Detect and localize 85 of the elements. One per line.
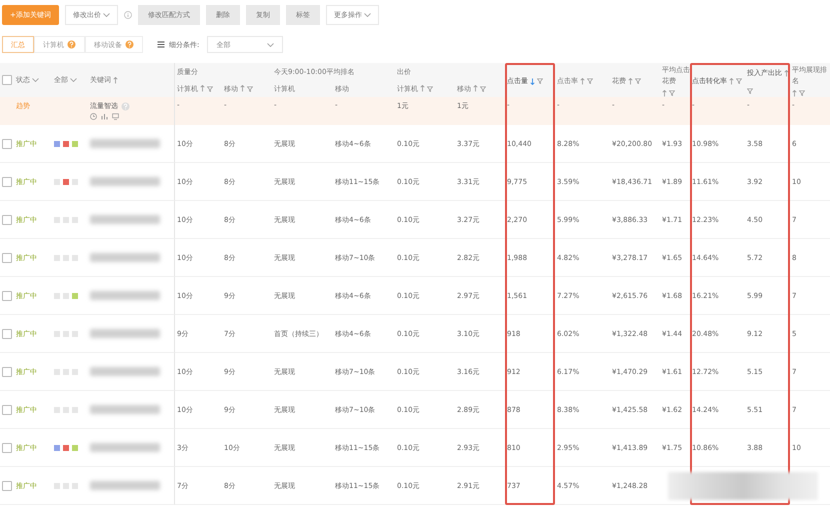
help-icon[interactable]	[121, 102, 130, 110]
tag-marker[interactable]	[54, 482, 60, 488]
monitor-icon[interactable]	[112, 113, 119, 120]
tag-marker[interactable]	[54, 254, 60, 260]
tag-marker[interactable]	[72, 330, 78, 336]
filter-icon[interactable]	[587, 78, 593, 84]
sort-icon[interactable]	[628, 78, 633, 84]
filter-icon[interactable]	[799, 90, 805, 96]
checkbox[interactable]	[2, 366, 12, 376]
tag-marker[interactable]	[72, 140, 78, 146]
tag-marker[interactable]	[54, 292, 60, 298]
tag-marker[interactable]	[72, 216, 78, 222]
blurred-keyword	[90, 139, 160, 148]
tag-marker[interactable]	[63, 292, 69, 298]
sort-icon[interactable]	[240, 85, 245, 92]
tag-marker[interactable]	[54, 368, 60, 374]
help-icon[interactable]	[125, 40, 134, 49]
blurred-keyword	[90, 367, 160, 376]
filter-icon[interactable]	[635, 78, 641, 84]
tag-marker[interactable]	[63, 216, 69, 222]
checkbox[interactable]	[2, 214, 12, 224]
caret-icon	[32, 78, 39, 82]
tag-marker[interactable]	[54, 178, 60, 184]
tag-marker[interactable]	[72, 178, 78, 184]
sort-icon[interactable]	[784, 70, 789, 78]
checkbox[interactable]	[2, 442, 12, 452]
tag-marker[interactable]	[63, 482, 69, 488]
filter-icon[interactable]	[480, 86, 486, 92]
blurred-keyword	[90, 291, 160, 300]
filter-settings-icon	[157, 41, 165, 48]
checkbox[interactable]	[2, 404, 12, 414]
tag-marker[interactable]	[72, 368, 78, 374]
caret-icon	[364, 13, 371, 17]
sort-desc-icon[interactable]	[530, 78, 535, 84]
tag-marker[interactable]	[72, 482, 78, 488]
blurred-keyword	[90, 253, 160, 262]
filter-icon[interactable]	[537, 78, 543, 84]
blurred-keyword	[90, 481, 160, 490]
tag-marker[interactable]	[63, 178, 69, 184]
tag-marker[interactable]	[72, 292, 78, 298]
blurred-keyword	[90, 215, 160, 224]
tag-marker[interactable]	[72, 444, 78, 450]
tag-marker[interactable]	[63, 140, 69, 146]
tag-marker[interactable]	[54, 140, 60, 146]
blurred-keyword	[90, 405, 160, 414]
sort-icon[interactable]	[580, 78, 585, 84]
sort-icon[interactable]	[662, 90, 667, 97]
tag-marker[interactable]	[72, 406, 78, 412]
checkbox[interactable]	[2, 252, 12, 262]
tag-marker[interactable]	[63, 444, 69, 450]
tag-marker[interactable]	[63, 406, 69, 412]
tag-marker[interactable]	[54, 444, 60, 450]
blurred-keyword	[90, 443, 160, 452]
sort-icon[interactable]	[420, 85, 425, 92]
checkbox[interactable]	[2, 176, 12, 186]
checkbox[interactable]	[2, 480, 12, 490]
sort-icon[interactable]	[473, 85, 478, 92]
filter-icon[interactable]	[207, 86, 213, 92]
sort-icon[interactable]	[113, 76, 118, 84]
tag-marker[interactable]	[72, 254, 78, 260]
checkbox[interactable]	[2, 138, 12, 148]
caret-icon	[102, 13, 110, 17]
tag-marker[interactable]	[63, 254, 69, 260]
sort-icon[interactable]	[200, 85, 205, 92]
tag-marker[interactable]	[54, 216, 60, 222]
help-icon[interactable]	[67, 40, 76, 49]
checkbox[interactable]	[2, 290, 12, 300]
tag-marker[interactable]	[63, 330, 69, 336]
filter-icon[interactable]	[669, 90, 675, 96]
tag-marker[interactable]	[63, 368, 69, 374]
tag-marker[interactable]	[54, 406, 60, 412]
caret-icon	[267, 42, 274, 46]
info-icon[interactable]	[124, 11, 132, 19]
caret-icon	[70, 78, 77, 82]
sort-icon[interactable]	[729, 78, 734, 84]
sort-icon[interactable]	[792, 90, 797, 97]
blurred-keyword	[90, 329, 160, 338]
clock-icon[interactable]	[90, 113, 97, 120]
chart-icon[interactable]	[101, 113, 108, 120]
tag-marker[interactable]	[54, 330, 60, 336]
blurred-keyword	[90, 177, 160, 186]
checkbox[interactable]	[2, 75, 12, 85]
filter-icon[interactable]	[247, 86, 253, 92]
checkbox[interactable]	[2, 328, 12, 338]
filter-icon[interactable]	[427, 86, 433, 92]
